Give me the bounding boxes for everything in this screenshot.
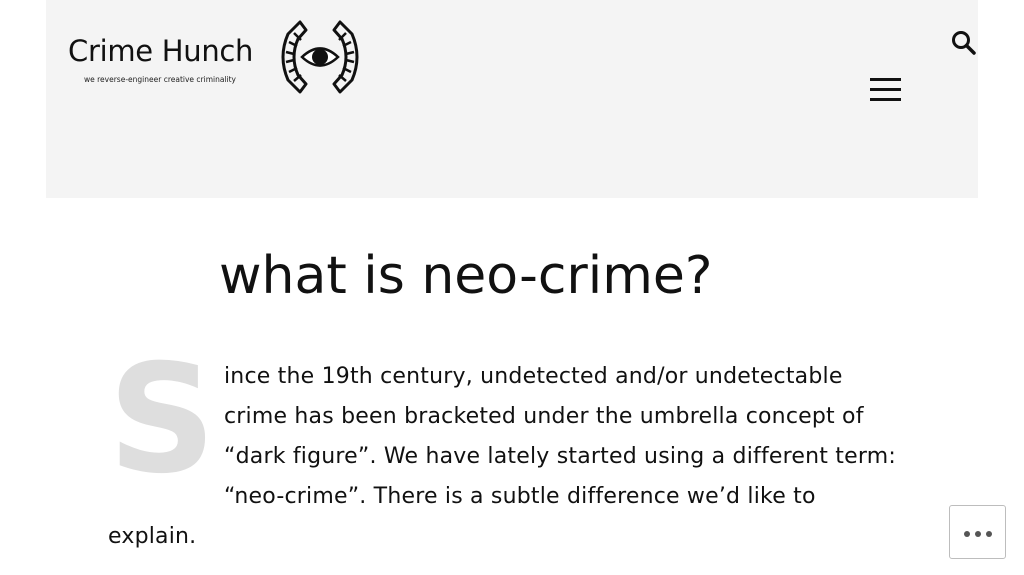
menu-bar: [870, 78, 901, 81]
drop-cap: S: [108, 333, 217, 507]
article-text-line: crime has been bracketed under the umbre…: [224, 404, 864, 429]
ellipsis-icon: [975, 531, 981, 537]
ellipsis-icon: [986, 531, 992, 537]
search-icon[interactable]: [949, 28, 979, 58]
hamburger-menu-icon[interactable]: [865, 74, 905, 106]
search-button[interactable]: [949, 28, 979, 58]
article-text-line: explain.: [108, 524, 197, 549]
eye-in-brackets-icon: [281, 20, 359, 94]
article-title: what is neo-crime?: [219, 246, 713, 306]
article-text-line: “neo-crime”. There is a subtle differenc…: [224, 484, 816, 509]
site-logo[interactable]: Crime Hunch we reverse-engineer creative…: [68, 18, 368, 98]
article-text-line: “dark figure”. We have lately started us…: [224, 444, 896, 469]
site-header: Crime Hunch we reverse-engineer creative…: [46, 0, 978, 198]
ellipsis-icon: [964, 531, 970, 537]
page: Crime Hunch we reverse-engineer creative…: [0, 0, 1024, 575]
menu-bar: [870, 98, 901, 101]
site-name[interactable]: Crime Hunch: [68, 34, 253, 68]
article-text-line: ince the 19th century, undetected and/or…: [224, 364, 843, 389]
site-tagline: we reverse-engineer creative criminality: [84, 75, 236, 84]
more-actions-button[interactable]: [949, 505, 1006, 559]
menu-bar: [870, 88, 901, 91]
